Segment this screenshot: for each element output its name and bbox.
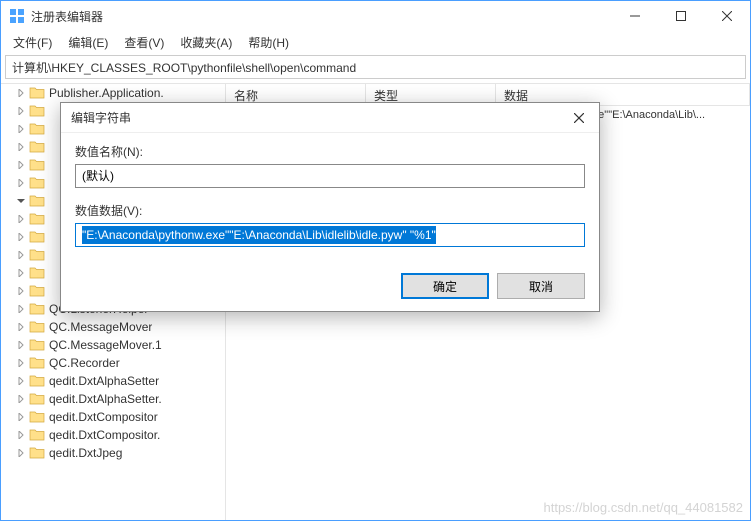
dialog-overlay: 编辑字符串 数值名称(N): (默认) 数值数据(V): "E:\Anacond… — [0, 0, 751, 521]
name-label: 数值名称(N): — [75, 143, 585, 160]
dialog-body: 数值名称(N): (默认) 数值数据(V): "E:\Anaconda\pyth… — [61, 133, 599, 265]
name-input-value: (默认) — [82, 167, 578, 185]
dialog-close-button[interactable] — [559, 103, 599, 133]
name-input[interactable]: (默认) — [75, 164, 585, 188]
dialog-title: 编辑字符串 — [71, 109, 559, 126]
ok-button[interactable]: 确定 — [401, 273, 489, 299]
data-input-value: "E:\Anaconda\pythonw.exe""E:\Anaconda\Li… — [82, 226, 578, 244]
data-label: 数值数据(V): — [75, 202, 585, 219]
data-input[interactable]: "E:\Anaconda\pythonw.exe""E:\Anaconda\Li… — [75, 223, 585, 247]
edit-string-dialog: 编辑字符串 数值名称(N): (默认) 数值数据(V): "E:\Anacond… — [60, 102, 600, 312]
cancel-button[interactable]: 取消 — [497, 273, 585, 299]
dialog-footer: 确定 取消 — [61, 265, 599, 311]
dialog-titlebar: 编辑字符串 — [61, 103, 599, 133]
